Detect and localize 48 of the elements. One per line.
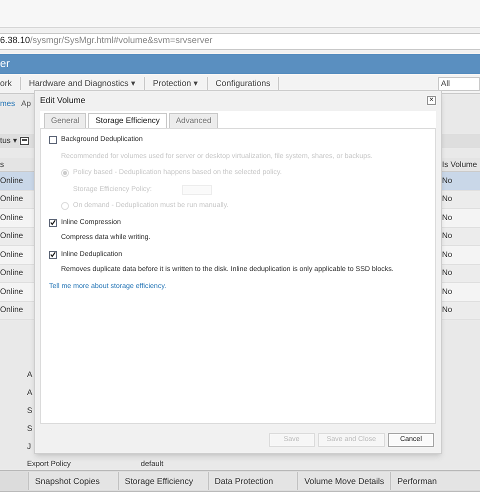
table-icon xyxy=(20,137,29,145)
volume-cell-text: No xyxy=(442,193,454,206)
volume-cell-text: No xyxy=(442,230,454,242)
checkbox[interactable] xyxy=(49,218,57,227)
status-cell: Online xyxy=(0,248,24,261)
detail-tab[interactable]: Snapshot Copies xyxy=(28,472,118,490)
status-cell: Online xyxy=(0,212,24,224)
dialog-tab[interactable]: Storage Efficiency xyxy=(88,113,167,128)
status-cell: Online xyxy=(0,304,24,316)
dialog-tab[interactable]: Advanced xyxy=(168,113,218,128)
status-cell: Online xyxy=(0,193,24,206)
detail-tab[interactable]: Volume Move Details xyxy=(297,472,390,490)
url-path: /sysmgr/SysMgr.html#volume&svm=srvserver xyxy=(30,34,212,48)
detail-label: A xyxy=(27,369,32,381)
dialog-title: Edit Volume xyxy=(40,94,86,106)
checkmark-icon xyxy=(50,251,56,258)
detail-label: J xyxy=(27,441,31,453)
checkmark-icon xyxy=(50,219,56,226)
status-cell: Online xyxy=(0,267,24,280)
volume-cell-text: No xyxy=(442,248,454,261)
detail-tab[interactable]: Data Protection xyxy=(208,472,298,490)
app-title: er xyxy=(0,56,10,72)
nav-menu[interactable]: ork xyxy=(0,77,21,90)
detail-label: S xyxy=(27,405,32,417)
dialog-tab[interactable]: General xyxy=(44,113,86,128)
detail-label: S xyxy=(27,423,32,435)
filter-field[interactable]: All xyxy=(438,76,480,90)
toolbar-menu[interactable]: tus ▾ xyxy=(0,135,17,147)
volume-cell-text: No xyxy=(442,286,454,298)
checkbox[interactable] xyxy=(49,136,57,144)
checkbox[interactable] xyxy=(49,250,57,259)
url-host: 6.38.10 xyxy=(0,34,30,48)
column-header: s xyxy=(0,158,4,170)
close-button[interactable]: × xyxy=(427,96,436,104)
volume-cell-text: No xyxy=(442,304,454,316)
subnav-link[interactable]: mes xyxy=(0,98,16,110)
status-cell: Online xyxy=(0,286,24,298)
volume-cell-text: No xyxy=(442,267,454,280)
volume-cell-text: No xyxy=(442,212,454,224)
subnav-link[interactable]: Ap xyxy=(21,98,31,110)
detail-label: A xyxy=(27,387,32,399)
detail-tab[interactable]: Performan xyxy=(390,472,480,490)
status-cell: Online xyxy=(0,230,24,242)
address-bar[interactable]: 6.38.10/sysmgr/SysMgr.html#volume&svm=srvserver xyxy=(0,32,480,50)
detail-tab[interactable]: Storage Efficiency xyxy=(118,472,208,490)
volume-cell-text: No xyxy=(442,174,454,187)
status-cell: Online xyxy=(0,174,24,187)
column-header: Is Volume xyxy=(442,158,478,170)
